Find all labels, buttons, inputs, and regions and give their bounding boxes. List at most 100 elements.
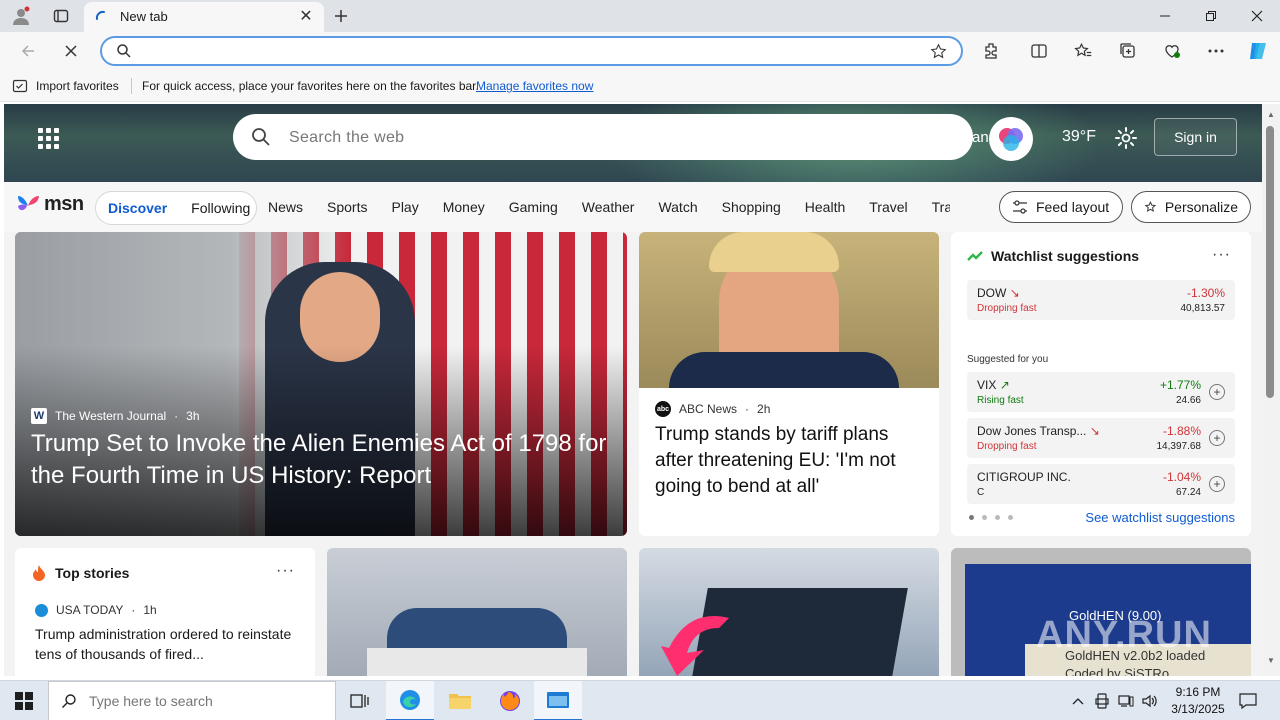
- second-story-title[interactable]: Trump stands by tariff plans after threa…: [655, 422, 930, 500]
- scroll-up-icon[interactable]: ▲: [1266, 110, 1276, 119]
- tray-overflow-icon[interactable]: [1068, 691, 1088, 711]
- tab-new-tab[interactable]: New tab ✕: [84, 2, 324, 32]
- web-search-box[interactable]: [233, 114, 973, 160]
- copilot-button[interactable]: [989, 117, 1033, 161]
- nav-link-money[interactable]: Money: [443, 199, 485, 215]
- add-to-watchlist-icon[interactable]: +: [1209, 476, 1225, 492]
- watchlist-title: Watchlist suggestions: [991, 248, 1140, 264]
- taskbar-app-firefox[interactable]: [486, 681, 534, 720]
- search-icon: [117, 44, 131, 58]
- tab-strip: New tab ✕: [0, 0, 1280, 32]
- stock-row-citigroup[interactable]: CITIGROUP INC. C -1.04% 67.24 +: [967, 464, 1235, 504]
- msn-nav-row: msn Discover Following News Sports Play …: [4, 182, 1262, 232]
- tab-discover[interactable]: Discover: [96, 200, 179, 216]
- favorites-icon[interactable]: [1068, 37, 1098, 65]
- main-story-card[interactable]: W The Western Journal · 3h Trump Set to …: [15, 232, 627, 536]
- top-story-source: USA TODAY · 1h: [35, 603, 157, 617]
- stock-row-vix[interactable]: VIX ↗ Rising fast +1.77% 24.66 +: [967, 372, 1235, 412]
- network-icon[interactable]: [1116, 691, 1136, 711]
- story-tile-console[interactable]: [639, 548, 939, 676]
- second-story-card[interactable]: abc ABC News · 2h Trump stands by tariff…: [639, 232, 939, 536]
- weather-temperature[interactable]: 39°F: [1062, 128, 1096, 146]
- nav-link-watch[interactable]: Watch: [658, 199, 697, 215]
- favorite-star-icon[interactable]: [930, 43, 947, 60]
- stock-row-dow[interactable]: DOW ↘ Dropping fast -1.30% 40,813.57: [967, 280, 1235, 320]
- carousel-dot[interactable]: [969, 515, 974, 520]
- task-view-button[interactable]: [336, 681, 384, 720]
- taskbar-app-window[interactable]: [534, 681, 582, 720]
- second-story-source: abc ABC News · 2h: [655, 401, 771, 417]
- close-tab-icon[interactable]: ✕: [296, 7, 316, 27]
- nav-link-sports[interactable]: Sports: [327, 199, 367, 215]
- profile-icon[interactable]: [8, 4, 34, 28]
- address-bar[interactable]: [100, 36, 963, 66]
- tray-device-icon[interactable]: [1092, 691, 1112, 711]
- notifications-icon[interactable]: [1238, 691, 1258, 711]
- add-to-watchlist-icon[interactable]: +: [1209, 430, 1225, 446]
- personalize-button[interactable]: Personalize: [1131, 191, 1251, 223]
- volume-icon[interactable]: [1140, 691, 1160, 711]
- nav-link-news[interactable]: News: [268, 199, 303, 215]
- msn-new-tab-page: an 39°F Sign in msn Discover Following N…: [4, 104, 1262, 676]
- trend-down-icon: ↘: [1009, 286, 1020, 300]
- loading-spinner-icon: [95, 10, 105, 20]
- stop-loading-icon[interactable]: [56, 37, 86, 65]
- tab-actions-icon[interactable]: [48, 4, 74, 28]
- nav-link-weather[interactable]: Weather: [582, 199, 635, 215]
- new-tab-button[interactable]: [328, 4, 354, 28]
- close-window-icon[interactable]: [1234, 0, 1280, 32]
- nav-link-gaming[interactable]: Gaming: [509, 199, 558, 215]
- taskbar-app-explorer[interactable]: [436, 681, 484, 720]
- back-icon[interactable]: [13, 37, 43, 65]
- carousel-dot[interactable]: [982, 515, 987, 520]
- taskbar-search[interactable]: [48, 681, 336, 720]
- import-favorites-button[interactable]: Import favorites: [12, 78, 119, 94]
- scroll-down-icon[interactable]: ▼: [1266, 656, 1276, 665]
- carousel-dot[interactable]: [1008, 515, 1013, 520]
- app-launcher-icon[interactable]: [38, 128, 59, 149]
- add-to-watchlist-icon[interactable]: +: [1209, 384, 1225, 400]
- collections-icon[interactable]: [1113, 37, 1143, 65]
- watchlist-more-icon[interactable]: ···: [1212, 246, 1231, 264]
- nav-link-play[interactable]: Play: [391, 199, 418, 215]
- taskbar-search-input[interactable]: [89, 693, 319, 709]
- stock-trend: Rising fast: [977, 395, 1024, 406]
- feed-layout-button[interactable]: Feed layout: [999, 191, 1123, 223]
- address-input[interactable]: [138, 42, 918, 60]
- top-story-headline[interactable]: Trump administration ordered to reinstat…: [35, 624, 295, 664]
- flame-icon: [33, 565, 45, 581]
- nav-link-shopping[interactable]: Shopping: [722, 199, 781, 215]
- manage-favorites-link[interactable]: Manage favorites now: [476, 79, 593, 93]
- tab-following[interactable]: Following: [179, 200, 262, 216]
- import-favorites-label: Import favorites: [36, 79, 119, 93]
- settings-gear-icon[interactable]: [1114, 126, 1138, 150]
- stock-change: +1.77%: [1159, 378, 1201, 392]
- start-button[interactable]: [0, 681, 48, 720]
- see-watchlist-link[interactable]: See watchlist suggestions: [1085, 510, 1235, 525]
- main-story-title[interactable]: Trump Set to Invoke the Alien Enemies Ac…: [31, 428, 611, 492]
- split-screen-icon[interactable]: [1024, 37, 1054, 65]
- top-story-age: 1h: [143, 603, 157, 617]
- carousel-dot[interactable]: [995, 515, 1000, 520]
- restore-icon[interactable]: [1188, 0, 1234, 32]
- browser-essentials-icon[interactable]: [1157, 37, 1187, 65]
- minimize-icon[interactable]: [1142, 0, 1188, 32]
- msn-logo[interactable]: msn: [16, 192, 84, 216]
- sign-in-button[interactable]: Sign in: [1154, 118, 1237, 156]
- story-tile-documents[interactable]: [327, 548, 627, 676]
- nav-link-traffic[interactable]: Tra: [932, 199, 950, 215]
- scrollbar-thumb[interactable]: [1266, 126, 1274, 398]
- copilot-icon[interactable]: [1243, 37, 1273, 65]
- extensions-icon[interactable]: [976, 37, 1006, 65]
- nav-link-travel[interactable]: Travel: [869, 199, 907, 215]
- web-search-input[interactable]: [289, 128, 929, 148]
- taskbar-app-edge[interactable]: [386, 681, 434, 720]
- top-stories-more-icon[interactable]: ···: [276, 562, 295, 580]
- stock-trend: Dropping fast: [977, 441, 1037, 452]
- page-scrollbar[interactable]: ▲ ▼: [1262, 104, 1280, 676]
- nav-link-health[interactable]: Health: [805, 199, 845, 215]
- stock-row-dow-transport[interactable]: Dow Jones Transp... ↘ Dropping fast -1.8…: [967, 418, 1235, 458]
- favorites-hint: For quick access, place your favorites h…: [142, 79, 479, 93]
- settings-more-icon[interactable]: [1201, 37, 1231, 65]
- taskbar-clock[interactable]: 9:16 PM 3/13/2025: [1168, 684, 1228, 718]
